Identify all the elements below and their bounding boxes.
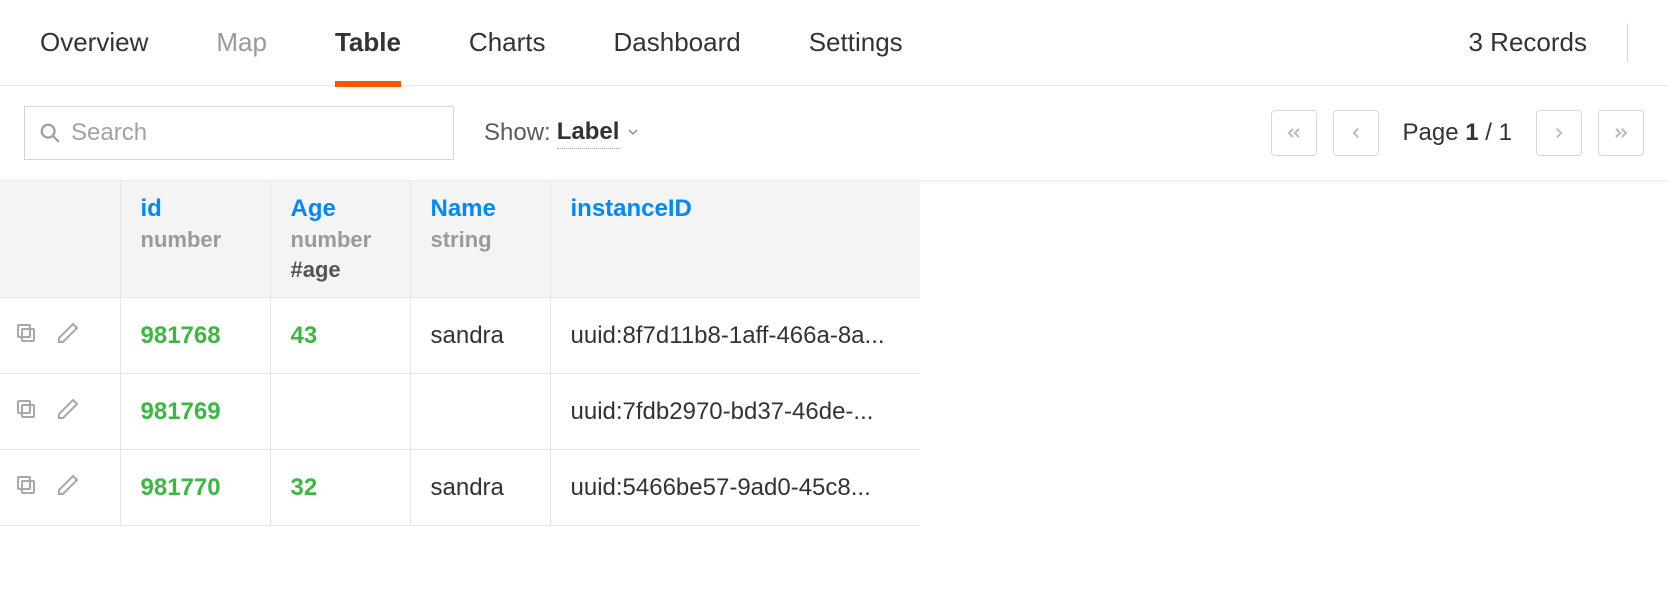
page-info: Page 1 / 1 [1403,119,1512,147]
search-box[interactable] [24,106,454,160]
edit-icon[interactable] [56,397,80,426]
copy-icon[interactable] [14,321,38,350]
column-name[interactable]: Name string [410,181,550,298]
data-table: id number Age number #age Name string in… [0,181,920,526]
table-header-row: id number Age number #age Name string in… [0,181,920,298]
tab-charts[interactable]: Charts [469,0,546,86]
edit-icon[interactable] [56,321,80,350]
tab-table[interactable]: Table [335,0,401,86]
cell-instanceid: uuid:7fdb2970-bd37-46de-... [571,398,901,426]
chevron-down-icon [625,119,641,147]
search-input[interactable] [71,119,439,147]
tab-map[interactable]: Map [216,0,267,86]
cell-instanceid: uuid:8f7d11b8-1aff-466a-8a... [571,322,901,350]
search-icon [39,122,61,144]
column-age[interactable]: Age number #age [270,181,410,298]
cell-age: 43 [291,322,318,349]
tab-overview[interactable]: Overview [40,0,148,86]
cell-id: 981770 [141,474,221,501]
table-row: 981768 43 sandra uuid:8f7d11b8-1aff-466a… [0,298,920,374]
cell-instanceid: uuid:5466be57-9ad0-45c8... [571,474,901,502]
cell-id: 981768 [141,322,221,349]
column-actions [0,181,120,298]
page-last-button[interactable] [1598,110,1644,156]
show-value: Label [557,118,620,149]
records-count: 3 Records [1469,27,1588,58]
pagination: Page 1 / 1 [1271,110,1644,156]
page-prev-button[interactable] [1333,110,1379,156]
column-id[interactable]: id number [120,181,270,298]
column-instanceid[interactable]: instanceID [550,181,920,298]
table-row: 981769 uuid:7fdb2970-bd37-46de-... [0,374,920,450]
cell-age: 32 [291,474,318,501]
table-row: 981770 32 sandra uuid:5466be57-9ad0-45c8… [0,450,920,526]
edit-icon[interactable] [56,473,80,502]
tab-dashboard[interactable]: Dashboard [614,0,741,86]
copy-icon[interactable] [14,397,38,426]
page-next-button[interactable] [1536,110,1582,156]
cell-name: sandra [431,474,504,501]
tab-settings[interactable]: Settings [809,0,903,86]
cell-id: 981769 [141,398,221,425]
toolbar: Show: Label Page 1 / 1 [0,86,1668,181]
cell-name: sandra [431,322,504,349]
show-selector[interactable]: Show: Label [484,118,641,149]
copy-icon[interactable] [14,473,38,502]
tabs-bar: Overview Map Table Charts Dashboard Sett… [0,0,1668,86]
divider [1627,23,1628,63]
page-first-button[interactable] [1271,110,1317,156]
show-prefix: Show: [484,119,551,147]
